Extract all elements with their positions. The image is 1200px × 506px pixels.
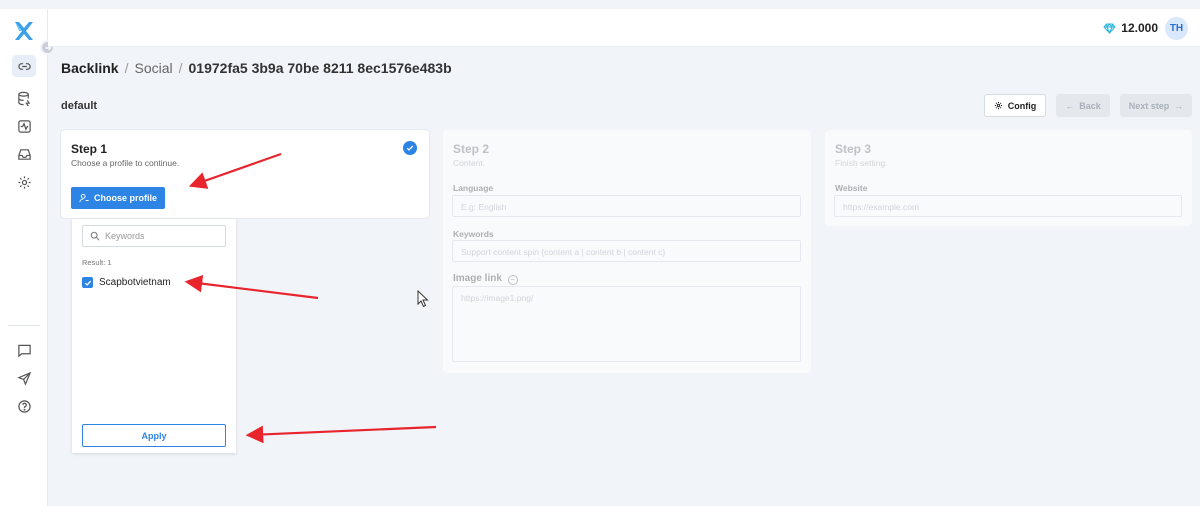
website-label: Website <box>835 183 868 193</box>
profile-option-label: Scapbotvietnam <box>99 277 171 288</box>
mouse-cursor-icon <box>417 290 429 308</box>
website-input[interactable]: https://example.com <box>834 195 1182 217</box>
image-link-label-text: Image link <box>453 273 502 284</box>
language-input[interactable]: E.g: English <box>452 195 801 217</box>
step-3-subtitle: Finish setting. <box>835 158 888 168</box>
credits-value: 12.000 <box>1121 21 1158 35</box>
keywords-input[interactable]: Support content spin {content a | conten… <box>452 240 801 262</box>
step-2-card: Step 2 Content. Language E.g: English Ke… <box>443 130 811 373</box>
step-1-card: Step 1 Choose a profile to continue. Cho… <box>61 130 429 218</box>
gear-icon[interactable] <box>12 171 36 193</box>
breadcrumb-current: 01972fa5 3b9a 70be 8211 8ec1576e483b <box>188 60 452 76</box>
arrow-right-icon: → <box>1174 100 1184 111</box>
check-circle-icon <box>403 141 417 155</box>
breadcrumb: Backlink / Social / 01972fa5 3b9a 70be 8211 … <box>61 60 452 76</box>
sidebar-divider <box>8 325 40 326</box>
profile-option[interactable]: Scapbotvietnam <box>82 277 171 288</box>
next-step-label: Next step <box>1128 100 1170 111</box>
app-logo-icon[interactable] <box>13 20 35 42</box>
back-button[interactable]: ← Back <box>1056 94 1110 117</box>
link-icon[interactable] <box>12 55 36 77</box>
chat-icon[interactable] <box>12 339 36 361</box>
config-label: Config <box>1007 100 1037 111</box>
step-3-title: Step 3 <box>835 142 872 156</box>
link-icon: ⇔ <box>507 275 518 285</box>
breadcrumb-section[interactable]: Social <box>134 60 172 76</box>
step-2-title: Step 2 <box>453 142 490 156</box>
topbar: 12.000 TH <box>48 9 1200 47</box>
activity-icon[interactable] <box>12 115 36 137</box>
search-placeholder: Keywords <box>105 231 145 241</box>
sidebar <box>0 9 48 506</box>
arrow-left-icon: ← <box>1065 100 1075 111</box>
breadcrumb-root[interactable]: Backlink <box>61 60 119 76</box>
next-step-button[interactable]: Next step → <box>1120 94 1192 117</box>
inbox-icon[interactable] <box>12 143 36 165</box>
back-label: Back <box>1079 100 1101 111</box>
choose-profile-button[interactable]: Choose profile <box>71 187 165 209</box>
image-link-textarea[interactable]: https://image1.png/ <box>452 286 801 362</box>
step-1-title: Step 1 <box>71 142 108 156</box>
avatar[interactable]: TH <box>1165 17 1188 40</box>
send-icon[interactable] <box>12 367 36 389</box>
diamond-icon <box>1103 22 1116 34</box>
user-icon <box>79 193 89 203</box>
result-count: Result: 1 <box>82 258 112 267</box>
gear-icon <box>994 101 1002 110</box>
project-name: default <box>61 100 98 112</box>
config-button[interactable]: Config <box>984 94 1046 117</box>
arrow-to-apply <box>245 425 437 444</box>
choose-profile-label: Choose profile <box>93 193 157 203</box>
breadcrumb-separator: / <box>178 60 183 76</box>
apply-button[interactable]: Apply <box>82 424 226 447</box>
search-icon <box>90 231 100 241</box>
step-2-subtitle: Content. <box>453 158 486 168</box>
breadcrumb-separator: / <box>124 60 129 76</box>
help-icon[interactable] <box>12 395 36 417</box>
language-label: Language <box>453 183 494 193</box>
profile-dropdown: Keywords Result: 1 Scapbotvietnam Apply <box>72 219 236 453</box>
profile-search-input[interactable]: Keywords <box>82 225 226 247</box>
step-3-card: Step 3 Finish setting. Website https://e… <box>825 130 1192 226</box>
credits-balance[interactable]: 12.000 <box>1103 21 1158 35</box>
database-icon[interactable] <box>12 87 36 109</box>
checkbox-checked-icon[interactable] <box>82 277 93 288</box>
step-1-subtitle: Choose a profile to continue. <box>71 158 180 168</box>
keywords-label: Keywords <box>453 229 494 239</box>
image-link-label: Image link ⇔ <box>453 273 518 285</box>
